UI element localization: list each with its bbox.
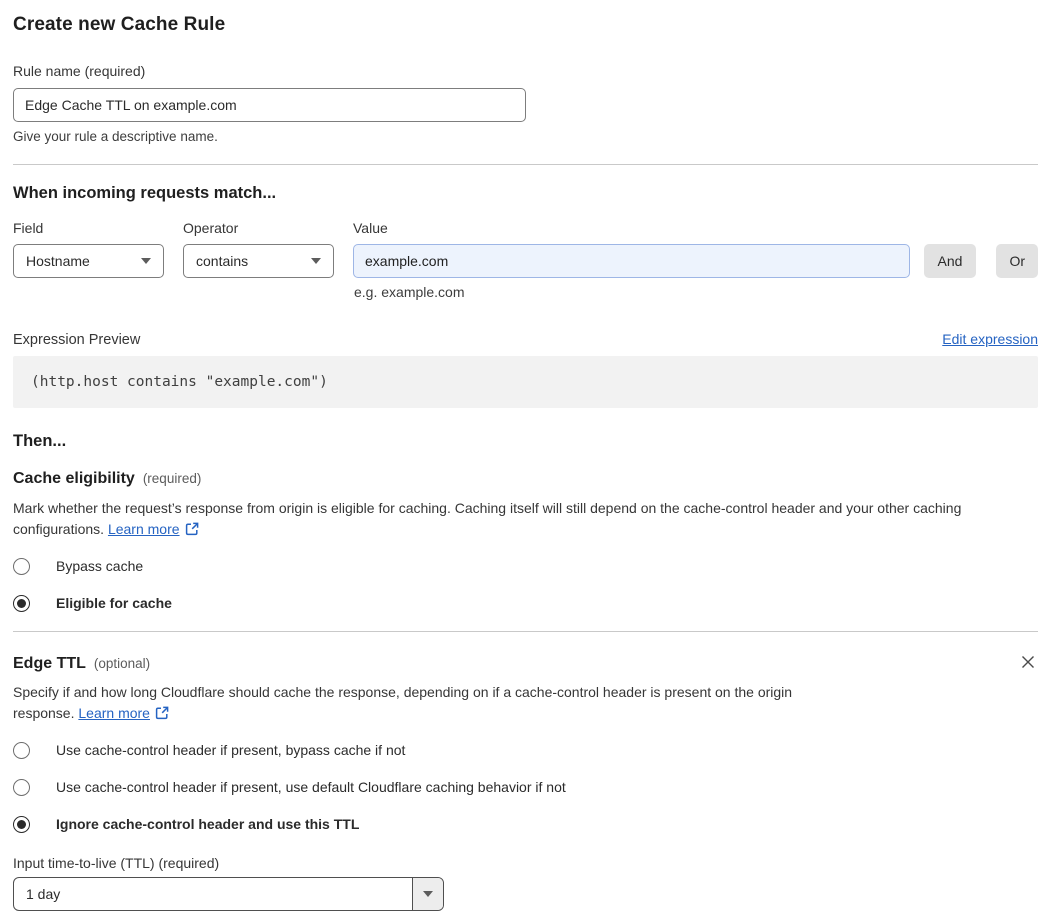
cache-eligibility-description: Mark whether the request’s response from… — [13, 498, 1038, 542]
value-input[interactable] — [353, 244, 910, 278]
rule-name-helper: Give your rule a descriptive name. — [13, 129, 218, 144]
learn-more-link[interactable]: Learn more — [78, 705, 150, 721]
radio-option-bypass-cache[interactable]: Bypass cache — [13, 557, 1038, 575]
radio-selected-icon[interactable] — [13, 594, 30, 612]
edge-ttl-qualifier: (optional) — [93, 656, 151, 671]
edge-ttl-heading: Edge TTL — [13, 655, 86, 672]
radio-option-use-header-bypass[interactable]: Use cache-control header if present, byp… — [13, 741, 1038, 759]
radio-option-label: Use cache-control header if present, use… — [56, 779, 566, 795]
field-select-value: Hostname — [26, 253, 90, 269]
close-icon[interactable] — [1020, 654, 1036, 670]
expression-preview-label: Expression Preview — [13, 332, 141, 348]
field-label: Field — [13, 220, 44, 236]
edge-ttl-options: Use cache-control header if present, byp… — [13, 741, 1038, 833]
cache-eligibility-qualifier: (required) — [142, 471, 202, 486]
radio-option-label: Eligible for cache — [56, 595, 172, 611]
and-button[interactable]: And — [923, 244, 977, 278]
expression-preview-code: (http.host contains "example.com") — [13, 356, 1038, 408]
radio-option-ignore-header-use-ttl[interactable]: Ignore cache-control header and use this… — [13, 815, 1038, 833]
cache-eligibility-heading: Cache eligibility — [13, 470, 135, 487]
learn-more-link[interactable]: Learn more — [108, 521, 180, 537]
operator-label: Operator — [183, 220, 239, 236]
edit-expression-link[interactable]: Edit expression — [942, 331, 1038, 347]
section-divider — [13, 164, 1038, 165]
radio-option-eligible-for-cache[interactable]: Eligible for cache — [13, 594, 1038, 612]
match-row: Field Hostname Operator contains Value A… — [13, 219, 1038, 278]
radio-option-use-header-default[interactable]: Use cache-control header if present, use… — [13, 778, 1038, 796]
rule-name-label: Rule name (required) — [13, 63, 146, 79]
rule-name-input[interactable] — [13, 88, 526, 122]
chevron-down-icon — [141, 258, 151, 264]
section-divider — [13, 631, 1038, 632]
then-heading: Then... — [13, 432, 67, 450]
radio-unselected-icon[interactable] — [13, 557, 30, 575]
radio-unselected-icon[interactable] — [13, 778, 30, 796]
radio-selected-icon[interactable] — [13, 815, 30, 833]
radio-option-label: Use cache-control header if present, byp… — [56, 742, 406, 758]
edge-ttl-description: Specify if and how long Cloudflare shoul… — [13, 682, 853, 726]
or-button[interactable]: Or — [996, 244, 1038, 278]
radio-unselected-icon[interactable] — [13, 741, 30, 759]
value-label: Value — [353, 220, 388, 236]
external-link-icon — [185, 521, 199, 542]
value-helper: e.g. example.com — [354, 284, 465, 300]
radio-option-label: Ignore cache-control header and use this… — [56, 816, 360, 832]
field-select[interactable]: Hostname — [13, 244, 164, 278]
cache-eligibility-options: Bypass cache Eligible for cache — [13, 557, 1038, 612]
operator-select[interactable]: contains — [183, 244, 334, 278]
page-title: Create new Cache Rule — [13, 14, 226, 35]
match-heading: When incoming requests match... — [13, 184, 277, 202]
ttl-input-label: Input time-to-live (TTL) (required) — [13, 855, 220, 871]
chevron-down-icon[interactable] — [412, 878, 443, 910]
operator-select-value: contains — [196, 253, 249, 269]
ttl-select-value: 1 day — [26, 886, 61, 902]
external-link-icon — [155, 705, 169, 726]
radio-option-label: Bypass cache — [56, 558, 144, 574]
chevron-down-icon — [311, 258, 321, 264]
